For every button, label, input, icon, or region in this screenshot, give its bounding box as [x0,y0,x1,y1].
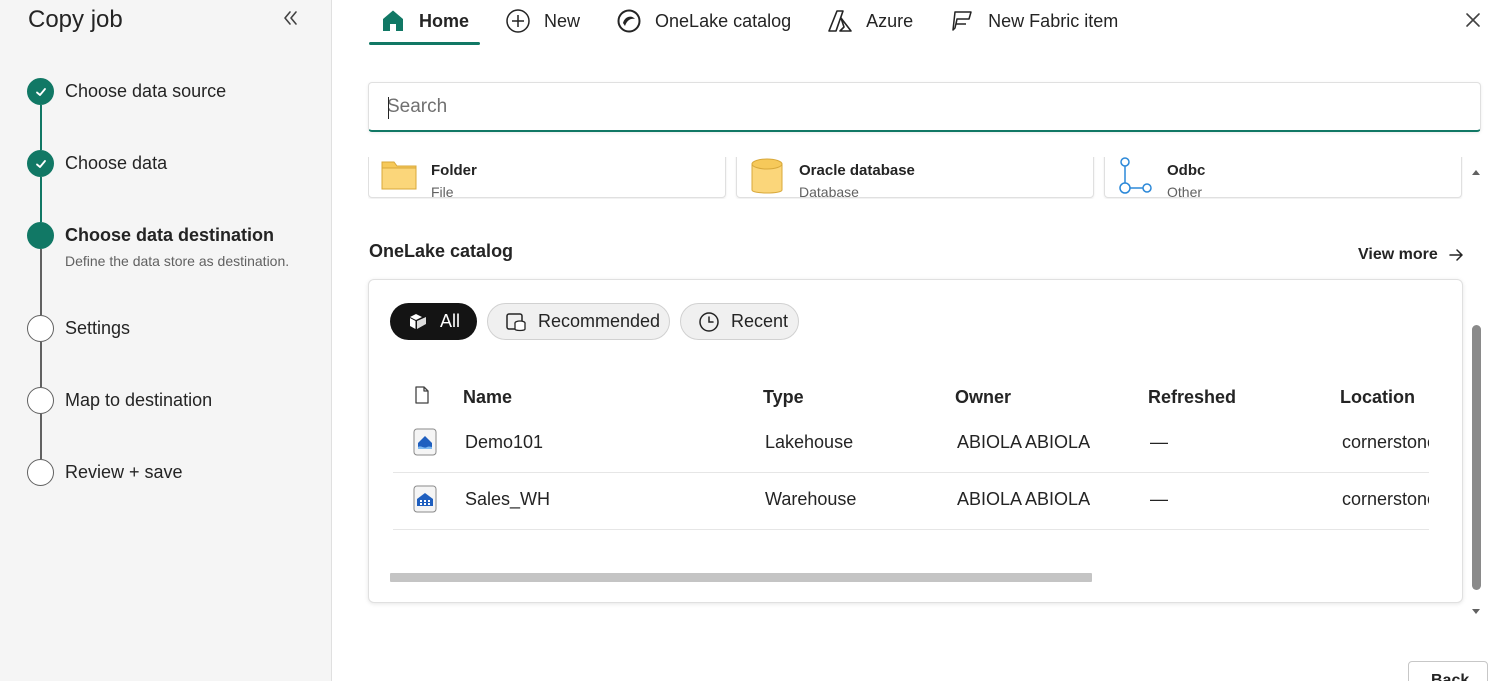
row-type: Lakehouse [765,432,854,452]
table-row[interactable]: Sales_WH Warehouse ABIOLA ABIOLA — corne… [393,473,1429,530]
source-type: Database [799,184,859,199]
source-type: Other [1167,184,1203,199]
filter-all[interactable]: All [390,303,477,340]
clock-icon [698,311,720,333]
tab-label: New Fabric item [988,10,1119,31]
tab-label: OneLake catalog [655,10,792,31]
add-circle-icon [505,8,531,34]
column-header-refreshed[interactable]: Refreshed [1148,387,1236,408]
step-description: Define the data store as destination. [65,253,290,269]
warehouse-icon [413,485,437,513]
arrow-right-icon [1448,247,1464,263]
row-name: Sales_WH [465,489,551,509]
column-header-type[interactable]: Type [763,387,804,408]
step-label: Choose data source [65,81,227,101]
source-name: Folder [431,162,477,179]
azure-icon [827,8,853,34]
column-header-owner[interactable]: Owner [955,387,1011,408]
view-more-label: View more [1358,246,1438,263]
step-connector [40,414,42,459]
view-more-link[interactable]: View more [1358,246,1464,264]
odbc-icon [1117,157,1153,194]
tab-label: New [544,10,581,31]
tab-home[interactable]: Home [369,0,481,45]
row-refreshed: — [1150,432,1168,452]
search-input[interactable] [369,83,1480,130]
pending-step-indicator [27,387,54,414]
step-connector [40,105,42,150]
horizontal-scrollbar-thumb[interactable] [390,573,1092,582]
step-connector [40,249,42,315]
filter-recent[interactable]: Recent [680,303,799,340]
source-card-folder[interactable]: Folder File [368,157,726,199]
collapse-sidebar-icon[interactable] [280,8,300,28]
source-card-odbc[interactable]: Odbc Other [1104,157,1462,199]
table-row[interactable]: Demo101 Lakehouse ABIOLA ABIOLA — corner… [393,416,1429,473]
tab-onelake-catalog[interactable]: OneLake catalog [605,0,802,42]
back-button[interactable]: Back [1408,661,1488,681]
tab-new[interactable]: New [494,0,591,42]
tab-new-fabric-item[interactable]: New Fabric item [938,0,1129,42]
step-label: Choose data [65,153,168,173]
filter-recommended[interactable]: Recommended [487,303,670,340]
checkmark-icon [27,78,54,105]
column-header-location[interactable]: Location [1340,387,1415,408]
pending-step-indicator [27,315,54,342]
row-owner: ABIOLA ABIOLA [957,489,1091,509]
folder-icon [381,157,417,192]
database-icon [749,157,785,194]
lakehouse-icon [413,428,437,456]
wizard-sidebar: Copy job Choose data source Choose data … [0,0,332,681]
checkmark-icon [27,150,54,177]
vertical-scrollbar-thumb[interactable] [1472,325,1481,590]
row-location: cornerstone [1342,432,1429,452]
text-cursor [388,97,389,119]
row-type: Warehouse [765,489,857,509]
step-label: Settings [65,318,131,338]
onelake-section-title: OneLake catalog [369,241,514,261]
source-name: Oracle database [799,162,915,179]
filter-label: Recent [731,311,789,331]
source-name: Odbc [1167,162,1206,179]
column-header-name[interactable]: Name [463,387,512,408]
current-step-indicator [27,222,54,249]
step-connector [40,177,42,222]
row-owner: ABIOLA ABIOLA [957,432,1091,452]
scroll-up-arrow-icon[interactable] [1471,164,1481,175]
tab-label: Home [419,10,470,31]
fabric-icon [949,8,975,34]
tab-azure[interactable]: Azure [816,0,924,42]
step-label: Map to destination [65,390,213,410]
step-label: Review + save [65,462,183,482]
row-location: cornerstone [1342,489,1429,509]
onelake-catalog-panel: All Recommended Recent Name Type Owner R… [368,279,1463,603]
onelake-icon [616,8,642,34]
filter-label: Recommended [538,311,661,331]
filter-label: All [440,311,461,331]
source-type: File [431,184,454,199]
recommended-icon [505,311,527,333]
step-connector [40,342,42,387]
source-card-oracle-database[interactable]: Oracle database Database [736,157,1094,199]
wizard-title: Copy job [28,6,123,33]
pending-step-indicator [27,459,54,486]
cubes-icon [407,311,429,333]
scroll-down-arrow-icon[interactable] [1471,604,1481,614]
row-name: Demo101 [465,432,544,452]
data-source-cards: Folder File Oracle database Database Odb… [368,157,1463,199]
row-refreshed: — [1150,489,1168,509]
search-box [368,82,1481,132]
step-label: Choose data destination [65,225,275,245]
home-icon [380,8,406,34]
file-type-icon [415,386,429,409]
top-nav: Home New OneLake catalog Azure New Fabri… [369,0,1143,46]
close-icon[interactable] [1463,10,1483,30]
tab-label: Azure [866,10,914,31]
